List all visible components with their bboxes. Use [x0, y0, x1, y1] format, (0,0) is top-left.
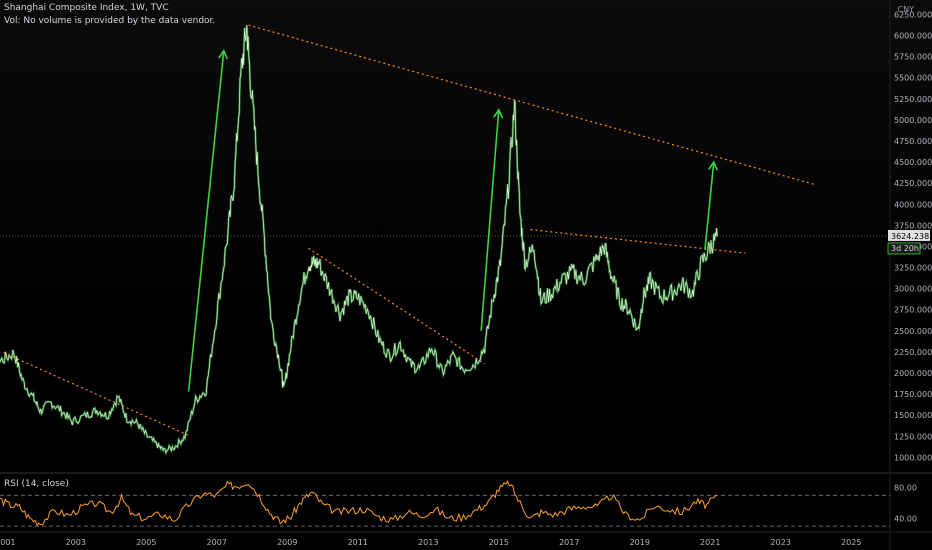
price-tick-label: 2250.000: [894, 348, 932, 357]
price-tick-label: 2750.000: [894, 306, 932, 315]
price-tick-label: 5750.000: [894, 53, 932, 62]
time-tick-label: 2021: [700, 538, 720, 547]
time-tick-label: 2013: [418, 538, 438, 547]
price-tick-label: 6000.000: [894, 32, 932, 41]
price-series-line: [0, 25, 718, 454]
price-tick-label: 2000.000: [894, 369, 932, 378]
rsi-header: RSI (14, close): [4, 479, 69, 489]
current-price-label: 3624.238: [891, 232, 929, 241]
price-tick-label: 4250.000: [894, 179, 932, 188]
time-tick-label: 2009: [277, 538, 297, 547]
price-tick-label: 5000.000: [894, 116, 932, 125]
rsi-tick-label: 80.00: [894, 484, 917, 493]
chart-title: Shanghai Composite Index, 1W, TVC: [4, 3, 169, 13]
price-tick-label: 3750.000: [894, 221, 932, 230]
price-tick-label: 4750.000: [894, 137, 932, 146]
price-tick-label: 3000.000: [894, 285, 932, 294]
rsi-line: [0, 480, 718, 527]
rsi-tick-label: 40.00: [894, 514, 917, 523]
price-series-glow: [0, 25, 719, 457]
time-tick-label: 2005: [136, 538, 156, 547]
time-tick-label: 2025: [841, 538, 861, 547]
time-tick-label: 2023: [771, 538, 791, 547]
price-chart[interactable]: 1000.000 1250.000 1500.000 1750.000 2000.000…: [0, 0, 932, 550]
arrow-1-shaft: [187, 50, 225, 392]
arrow-3-shaft: [704, 161, 715, 250]
time-tick-label: 2003: [66, 538, 86, 547]
price-tick-label: 1000.000: [894, 453, 932, 462]
time-tick-label: 2011: [348, 538, 368, 547]
time-tick-label: 2017: [559, 538, 579, 547]
price-tick-label: 5500.000: [894, 74, 932, 83]
price-tick-label: 1250.000: [894, 432, 932, 441]
time-tick-label: 2019: [630, 538, 650, 547]
price-tick-label: 5250.000: [894, 95, 932, 104]
price-tick-label: 2500.000: [894, 327, 932, 336]
currency-label: CNY: [897, 5, 914, 14]
price-tick-label: 1750.000: [894, 390, 932, 399]
price-tick-label: 4000.000: [894, 200, 932, 209]
time-tick-label: 2007: [207, 538, 227, 547]
chart-window: 1000.000 1250.000 1500.000 1750.000 2000.000…: [0, 0, 932, 550]
time-tick-label: 2015: [489, 538, 509, 547]
trendline-2: [248, 24, 817, 186]
price-tick-label: 1500.000: [894, 411, 932, 420]
countdown-label: 3d 20h: [891, 244, 919, 253]
arrow-2-shaft: [480, 109, 500, 331]
price-tick-label: 4500.000: [894, 158, 932, 167]
time-tick-label: 2001: [0, 538, 15, 547]
price-tick-label: 3250.000: [894, 264, 932, 273]
volume-note: Vol: No volume is provided by the data v…: [4, 16, 216, 26]
